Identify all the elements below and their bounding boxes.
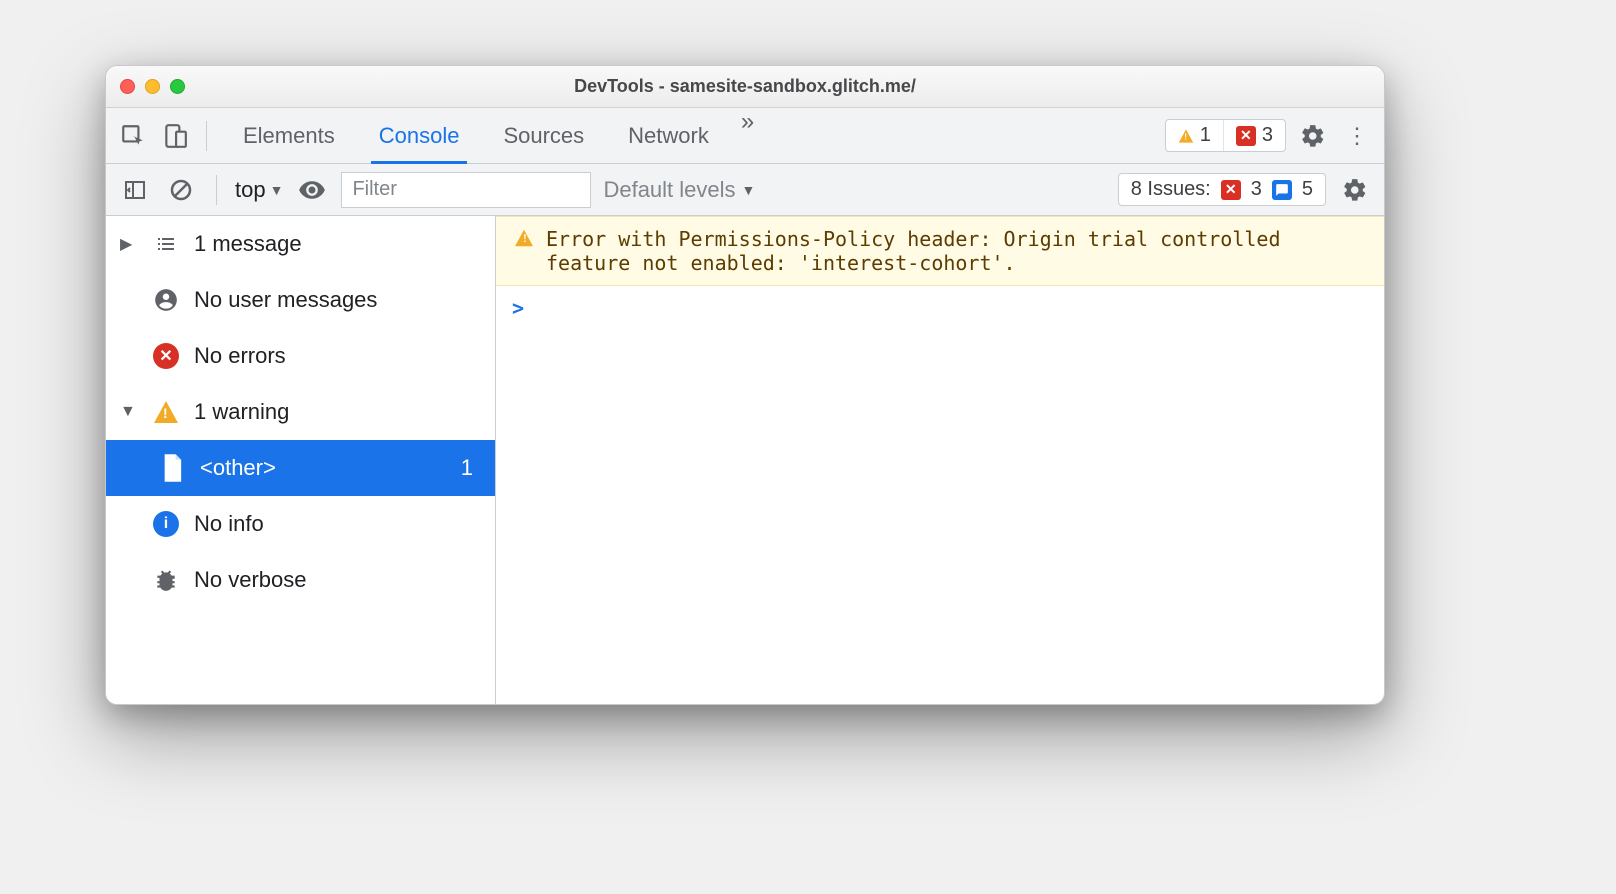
live-expression-icon[interactable] xyxy=(295,173,329,207)
sidebar-errors[interactable]: ✕ No errors xyxy=(106,328,495,384)
error-icon: ✕ xyxy=(1236,126,1256,146)
console-toolbar: top ▼ Default levels ▼ 8 Issues: ✕ 3 5 xyxy=(106,164,1384,216)
issues-messages: 5 xyxy=(1302,178,1313,201)
console-body: ▶ 1 message No user messages ✕ No errors… xyxy=(106,216,1384,704)
divider xyxy=(206,121,207,151)
bug-icon xyxy=(152,567,180,593)
warning-text: Error with Permissions-Policy header: Or… xyxy=(546,227,1368,275)
message-icon xyxy=(1272,180,1292,200)
issues-label: 8 Issues: xyxy=(1131,178,1211,201)
divider xyxy=(216,175,217,205)
sidebar-user-messages[interactable]: No user messages xyxy=(106,272,495,328)
console-settings-icon[interactable] xyxy=(1338,173,1372,207)
list-icon xyxy=(152,232,180,256)
close-window-button[interactable] xyxy=(120,79,135,94)
errors-count: 3 xyxy=(1262,124,1273,147)
warnings-count: 1 xyxy=(1200,124,1211,147)
sidebar-label: No info xyxy=(194,511,481,537)
sidebar-messages[interactable]: ▶ 1 message xyxy=(106,216,495,272)
toggle-sidebar-icon[interactable] xyxy=(118,173,152,207)
sidebar-count: 1 xyxy=(461,455,481,481)
info-icon: i xyxy=(152,511,180,537)
sidebar-label: 1 warning xyxy=(194,399,481,425)
traffic-lights xyxy=(120,79,185,94)
sidebar-label: 1 message xyxy=(194,231,481,257)
warning-icon xyxy=(512,227,536,275)
device-toolbar-icon[interactable] xyxy=(158,119,192,153)
devtools-window: DevTools - samesite-sandbox.glitch.me/ E… xyxy=(105,65,1385,705)
log-levels-selector[interactable]: Default levels ▼ xyxy=(603,177,755,203)
context-selector[interactable]: top ▼ xyxy=(235,177,283,203)
sidebar-verbose[interactable]: No verbose xyxy=(106,552,495,608)
tab-network[interactable]: Network xyxy=(606,108,731,164)
sidebar-other[interactable]: <other> 1 xyxy=(106,440,495,496)
chevron-down-icon: ▼ xyxy=(270,182,284,198)
console-sidebar: ▶ 1 message No user messages ✕ No errors… xyxy=(106,216,496,704)
more-tabs-icon[interactable]: » xyxy=(731,108,764,164)
warning-icon xyxy=(1179,129,1193,142)
issues-summary[interactable]: 8 Issues: ✕ 3 5 xyxy=(1118,173,1326,206)
sidebar-label: No user messages xyxy=(194,287,481,313)
minimize-window-button[interactable] xyxy=(145,79,160,94)
warnings-badge[interactable]: 1 xyxy=(1166,120,1223,151)
collapse-icon: ▼ xyxy=(120,403,138,421)
status-badges[interactable]: 1 ✕ 3 xyxy=(1165,119,1286,152)
error-icon: ✕ xyxy=(152,343,180,369)
sidebar-label: No errors xyxy=(194,343,481,369)
user-icon xyxy=(152,287,180,313)
prompt-chevron-icon: > xyxy=(512,296,524,320)
error-icon: ✕ xyxy=(1221,180,1241,200)
console-warning-row[interactable]: Error with Permissions-Policy header: Or… xyxy=(496,216,1384,286)
warning-icon xyxy=(152,401,180,423)
sidebar-label: No verbose xyxy=(194,567,481,593)
clear-console-icon[interactable] xyxy=(164,173,198,207)
sidebar-label: <other> xyxy=(200,455,447,481)
tab-elements[interactable]: Elements xyxy=(221,108,357,164)
tab-console[interactable]: Console xyxy=(357,108,482,164)
issues-errors: 3 xyxy=(1251,178,1262,201)
settings-icon[interactable] xyxy=(1296,119,1330,153)
sidebar-info[interactable]: i No info xyxy=(106,496,495,552)
console-prompt[interactable]: > xyxy=(496,286,1384,330)
levels-label: Default levels xyxy=(603,177,735,203)
more-options-icon[interactable]: ⋮ xyxy=(1340,119,1374,153)
file-icon xyxy=(158,454,186,482)
context-label: top xyxy=(235,177,266,203)
panel-tabs: Elements Console Sources Network » xyxy=(221,108,764,164)
chevron-down-icon: ▼ xyxy=(742,182,756,198)
sidebar-warnings[interactable]: ▼ 1 warning xyxy=(106,384,495,440)
titlebar: DevTools - samesite-sandbox.glitch.me/ xyxy=(106,66,1384,108)
main-tabbar: Elements Console Sources Network » 1 ✕ 3… xyxy=(106,108,1384,164)
inspect-element-icon[interactable] xyxy=(116,119,150,153)
window-title: DevTools - samesite-sandbox.glitch.me/ xyxy=(106,76,1384,97)
expand-icon: ▶ xyxy=(120,234,138,254)
tab-sources[interactable]: Sources xyxy=(481,108,606,164)
errors-badge[interactable]: ✕ 3 xyxy=(1223,120,1285,151)
zoom-window-button[interactable] xyxy=(170,79,185,94)
filter-input[interactable] xyxy=(341,172,591,208)
console-output[interactable]: Error with Permissions-Policy header: Or… xyxy=(496,216,1384,704)
